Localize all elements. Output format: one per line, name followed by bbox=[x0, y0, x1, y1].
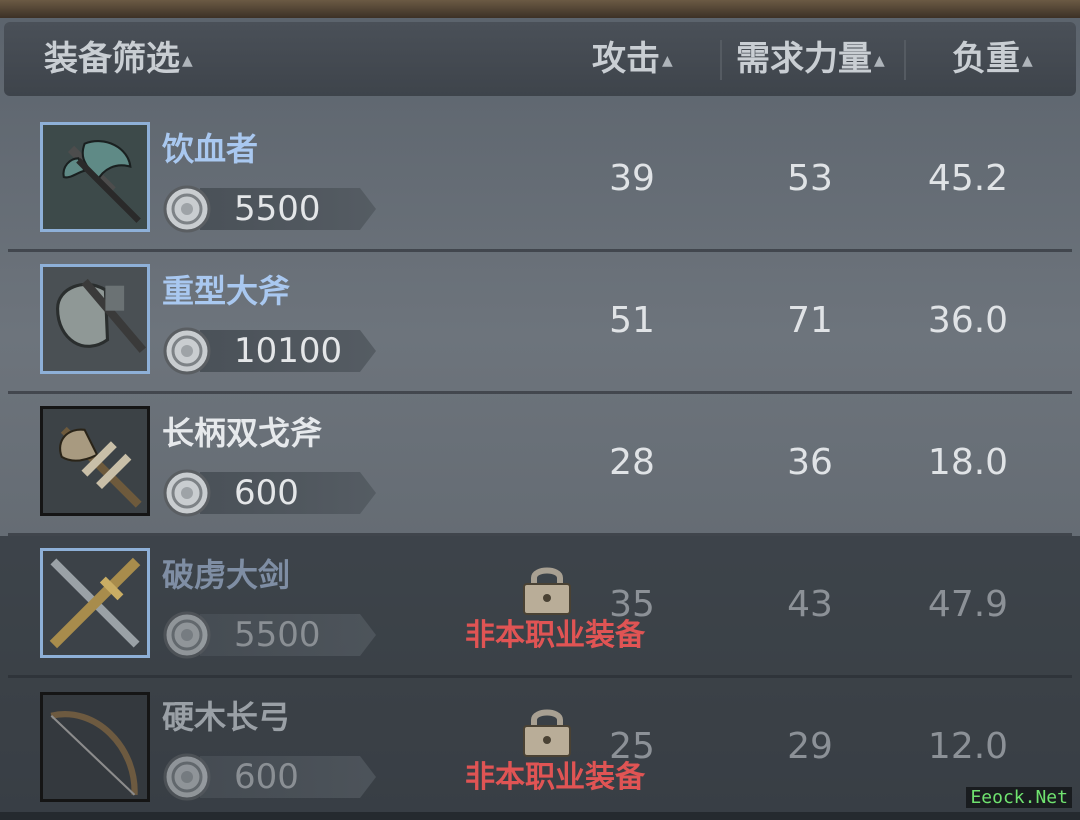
attack-header[interactable]: 攻击 ▲ bbox=[592, 22, 673, 96]
padlock-icon bbox=[518, 562, 576, 616]
halberd-icon bbox=[40, 406, 150, 516]
item-price: 600 bbox=[234, 473, 299, 513]
weight-label: 负重 bbox=[952, 39, 1020, 79]
weight-value: 36.0 bbox=[927, 300, 1009, 341]
item-price: 5500 bbox=[234, 189, 321, 229]
strength-value: 29 bbox=[787, 726, 833, 767]
attack-value: 28 bbox=[609, 442, 655, 483]
longbow-icon bbox=[40, 692, 150, 802]
strength-value: 53 bbox=[787, 158, 833, 199]
filter-header[interactable]: 装备筛选 ▲ bbox=[44, 22, 193, 96]
weight-value: 12.0 bbox=[927, 726, 1009, 767]
padlock-icon bbox=[518, 704, 576, 758]
top-frame bbox=[0, 0, 1080, 18]
triangle-up-icon: ▲ bbox=[1022, 52, 1033, 69]
greatsword-icon bbox=[40, 548, 150, 658]
strength-header[interactable]: 需求力量 ▲ bbox=[736, 22, 885, 96]
watermark: Eeock.Net bbox=[966, 787, 1072, 808]
weight-value: 47.9 bbox=[927, 584, 1009, 625]
weight-value: 45.2 bbox=[927, 158, 1009, 199]
weight-header[interactable]: 负重 ▲ bbox=[952, 22, 1033, 96]
attack-value: 39 bbox=[609, 158, 655, 199]
strength-value: 43 bbox=[787, 584, 833, 625]
triangle-up-icon: ▲ bbox=[662, 52, 673, 69]
silver-coin-icon bbox=[162, 610, 212, 660]
attack-label: 攻击 bbox=[592, 39, 660, 79]
silver-coin-icon bbox=[162, 326, 212, 376]
header-divider bbox=[904, 40, 906, 80]
weight-value: 18.0 bbox=[927, 442, 1009, 483]
triangle-up-icon: ▲ bbox=[874, 52, 885, 69]
item-price: 10100 bbox=[234, 331, 343, 371]
item-price: 600 bbox=[234, 757, 299, 797]
item-name: 饮血者 bbox=[162, 130, 259, 168]
silver-coin-icon bbox=[162, 184, 212, 234]
silver-coin-icon bbox=[162, 468, 212, 518]
filter-label: 装备筛选 bbox=[44, 39, 180, 79]
item-name: 长柄双戈斧 bbox=[162, 414, 323, 452]
strength-label: 需求力量 bbox=[736, 39, 872, 79]
item-name: 重型大斧 bbox=[162, 272, 291, 310]
attack-value: 51 bbox=[609, 300, 655, 341]
axe-icon bbox=[40, 122, 150, 232]
strength-value: 71 bbox=[787, 300, 833, 341]
item-name: 破虏大剑 bbox=[162, 556, 291, 594]
silver-coin-icon bbox=[162, 752, 212, 802]
header-divider bbox=[720, 40, 722, 80]
great-axe-icon bbox=[40, 264, 150, 374]
triangle-up-icon: ▲ bbox=[182, 52, 193, 69]
not-class-equipment-label: 非本职业装备 bbox=[465, 760, 645, 795]
not-class-equipment-label: 非本职业装备 bbox=[465, 618, 645, 653]
item-price: 5500 bbox=[234, 615, 321, 655]
strength-value: 36 bbox=[787, 442, 833, 483]
item-name: 硬木长弓 bbox=[162, 698, 291, 736]
